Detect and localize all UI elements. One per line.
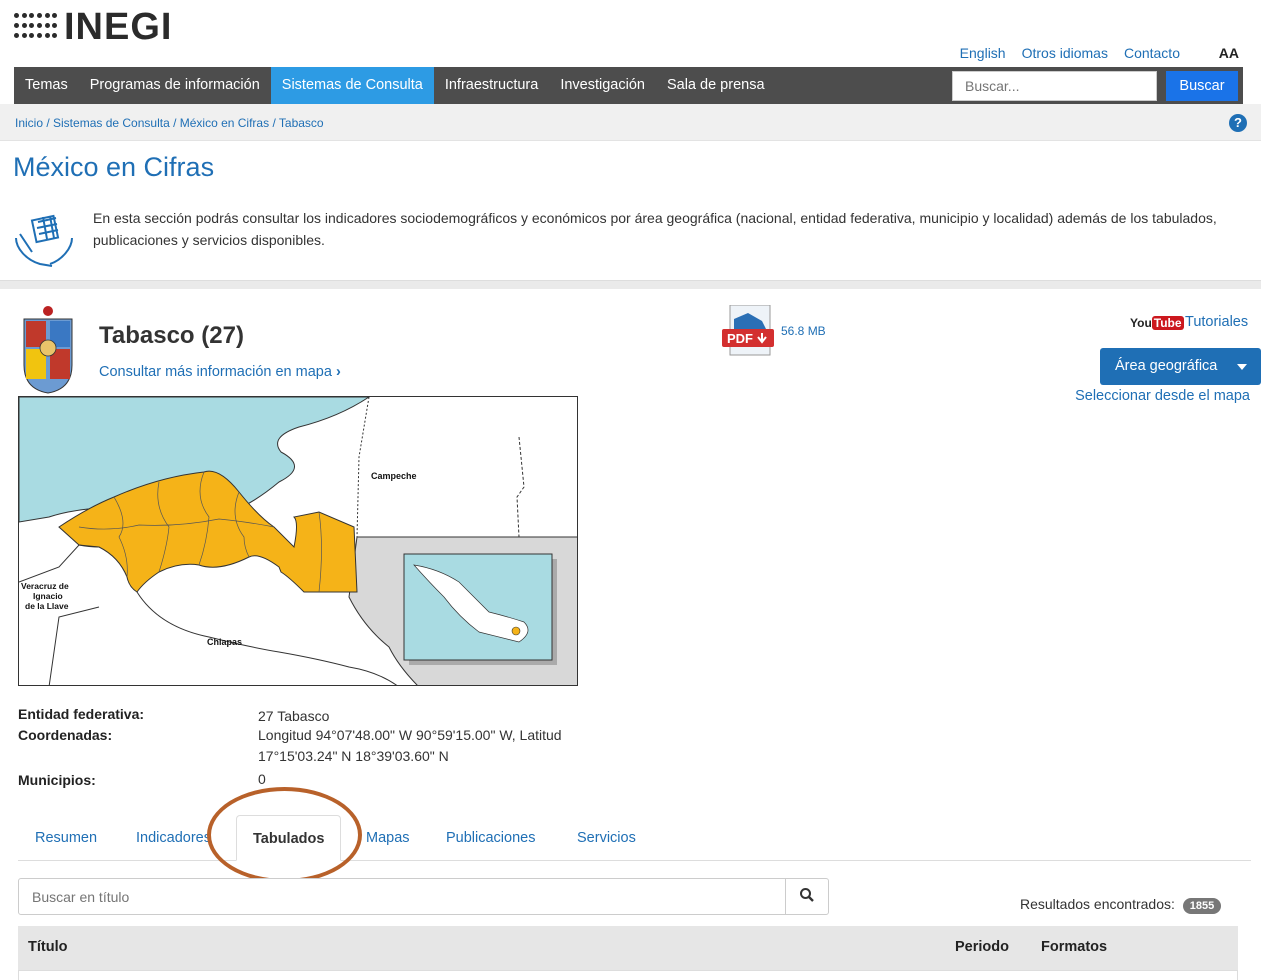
- logo-dots-icon: [14, 13, 58, 41]
- coat-of-arms-icon: [23, 306, 73, 394]
- map-label-veracruz-3: de la Llave: [25, 601, 69, 611]
- content-tabs: Resumen Indicadores Tabulados Mapas Publ…: [18, 815, 1251, 861]
- pdf-download-icon[interactable]: PDF: [722, 305, 776, 357]
- nav-item-investigacion[interactable]: Investigación: [549, 67, 656, 104]
- map-info-link-label: Consultar más información en mapa: [99, 364, 332, 380]
- select-from-map-link[interactable]: Seleccionar desde el mapa: [1075, 388, 1250, 404]
- nav-item-sala-prensa[interactable]: Sala de prensa: [656, 67, 776, 104]
- area-geografica-label: Área geográfica: [1115, 358, 1218, 374]
- breadcrumb-bar: Inicio / Sistemas de Consulta / México e…: [0, 104, 1261, 141]
- pdf-size[interactable]: 56.8 MB: [781, 324, 826, 338]
- main-navbar: Temas Programas de información Sistemas …: [14, 67, 1243, 104]
- results-found: Resultados encontrados: 1855: [1020, 896, 1222, 914]
- tab-servicios[interactable]: Servicios: [577, 815, 636, 861]
- title-search-input[interactable]: [18, 878, 786, 915]
- tab-tabulados[interactable]: Tabulados: [236, 815, 342, 861]
- col-formatos[interactable]: Formatos: [1041, 939, 1107, 955]
- link-otros-idiomas[interactable]: Otros idiomas: [1022, 45, 1108, 61]
- page-title: México en Cifras: [13, 152, 215, 182]
- top-links: English Otros idiomas Contacto: [960, 45, 1226, 61]
- help-icon[interactable]: ?: [1229, 114, 1247, 132]
- results-table-header: Título Periodo Formatos: [18, 926, 1238, 970]
- map-info-link[interactable]: Consultar más información en mapa ›: [99, 364, 341, 380]
- youtube-logo-icon[interactable]: You Tube: [1130, 316, 1184, 330]
- youtube-logo-you: You: [1130, 316, 1152, 330]
- col-periodo[interactable]: Periodo: [955, 939, 1009, 955]
- logo-text: INEGI: [64, 6, 173, 48]
- pdf-badge-label: PDF: [727, 331, 753, 346]
- link-english[interactable]: English: [960, 45, 1006, 61]
- results-count-badge: 1855: [1182, 898, 1222, 914]
- col-titulo[interactable]: Título: [28, 939, 67, 955]
- area-geografica-dropdown[interactable]: Área geográfica: [1100, 348, 1261, 385]
- breadcrumb[interactable]: Inicio / Sistemas de Consulta / México e…: [15, 116, 324, 130]
- font-size-toggle[interactable]: AA: [1219, 45, 1239, 61]
- site-search-input[interactable]: [952, 71, 1157, 101]
- hands-data-icon: [15, 214, 73, 267]
- tab-mapas[interactable]: Mapas: [366, 815, 410, 861]
- nav-item-infraestructura[interactable]: Infraestructura: [434, 67, 550, 104]
- table-row: [18, 970, 1238, 980]
- caret-down-icon: [1237, 364, 1247, 370]
- value-municipios: 0: [258, 771, 266, 787]
- map-label-veracruz-1: Veracruz de: [21, 581, 69, 591]
- state-title: Tabasco (27): [99, 322, 244, 349]
- tutorials-link[interactable]: Tutoriales: [1185, 314, 1248, 330]
- label-entidad: Entidad federativa:: [18, 706, 145, 722]
- section-divider: [0, 280, 1261, 289]
- site-search-button[interactable]: Buscar: [1166, 71, 1238, 101]
- state-map[interactable]: Campeche Veracruz de Ignacio de la Llave…: [18, 396, 578, 686]
- label-coordenadas: Coordenadas:: [18, 727, 113, 743]
- value-entidad: 27 Tabasco: [258, 708, 330, 724]
- nav-item-programas[interactable]: Programas de información: [79, 67, 271, 104]
- label-municipios: Municipios:: [18, 772, 96, 788]
- value-coord-line1: Longitud 94°07'48.00" W 90°59'15.00" W, …: [258, 727, 562, 743]
- intro-text: En esta sección podrás consultar los ind…: [93, 210, 1217, 248]
- chevron-right-icon: ›: [335, 364, 341, 380]
- title-search-button[interactable]: [785, 878, 829, 915]
- search-icon: [800, 888, 814, 902]
- tab-indicadores[interactable]: Indicadores: [136, 815, 211, 861]
- map-label-campeche: Campeche: [371, 471, 417, 481]
- map-label-veracruz-2: Ignacio: [33, 591, 63, 601]
- youtube-logo-tube: Tube: [1151, 316, 1184, 330]
- results-label: Resultados encontrados:: [1020, 896, 1175, 912]
- tab-publicaciones[interactable]: Publicaciones: [446, 815, 535, 861]
- link-contacto[interactable]: Contacto: [1124, 45, 1180, 61]
- nav-item-sistemas-consulta[interactable]: Sistemas de Consulta: [270, 67, 434, 104]
- state-map-graphic: Campeche Veracruz de Ignacio de la Llave…: [19, 397, 577, 685]
- nav-item-temas[interactable]: Temas: [14, 67, 79, 104]
- map-label-chiapas: Chiapas: [207, 637, 242, 647]
- value-coord-line2: 17°15'03.24" N 18°39'03.60" N: [258, 748, 449, 764]
- tab-resumen[interactable]: Resumen: [35, 815, 97, 861]
- inegi-logo[interactable]: INEGI: [14, 6, 173, 48]
